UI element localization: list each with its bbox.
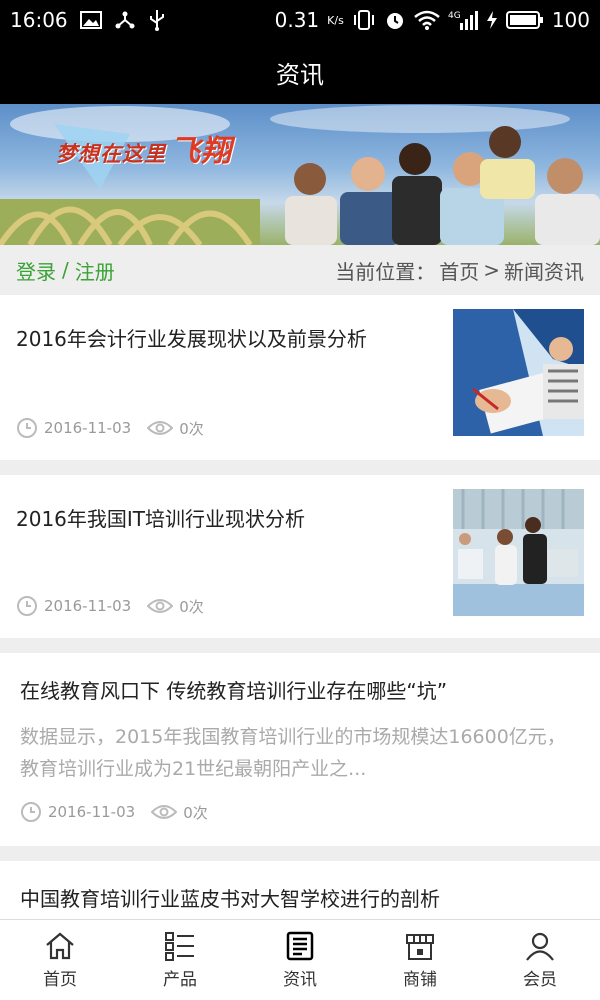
news-item[interactable]: 中国教育培训行业蓝皮书对大智学校进行的剖析: [0, 861, 600, 919]
news-item-title[interactable]: 2016年会计行业发展现状以及前景分析: [16, 323, 367, 352]
banner-slogan-text: 梦想在这里: [56, 142, 166, 166]
register-link[interactable]: 注册: [75, 256, 115, 285]
news-item[interactable]: 2016年会计行业发展现状以及前景分析 2016-11-03 0次: [0, 295, 600, 460]
clock-icon: [17, 596, 37, 616]
shop-icon: [406, 933, 434, 960]
breadcrumb: 当前位置： 首页 > 新闻资讯: [335, 256, 584, 285]
home-icon: [46, 932, 74, 959]
news-item-meta: 2016-11-03 0次: [16, 595, 204, 617]
battery-level: 100: [551, 8, 590, 32]
news-item-date: 2016-11-03: [44, 419, 132, 437]
status-time: 16:06: [10, 8, 68, 32]
news-item-view-count: 0次: [183, 803, 208, 822]
page-title: 资讯: [276, 60, 324, 89]
status-bar: 16:06 0.31 K/s 4G 100: [0, 0, 600, 40]
news-item-title[interactable]: 中国教育培训行业蓝皮书对大智学校进行的剖析: [20, 883, 440, 912]
signal-icon: 4G: [448, 9, 478, 31]
news-item-view-count: 0次: [179, 597, 204, 616]
login-separator: /: [62, 258, 69, 282]
news-item-views: 0次: [151, 802, 208, 823]
breadcrumb-label: 当前位置：: [335, 259, 436, 284]
tab-member-label: 会员: [523, 969, 557, 990]
banner-slogan-highlight: 飞翔: [170, 134, 232, 169]
charging-icon: [486, 10, 498, 30]
tab-products[interactable]: 产品: [120, 920, 240, 1000]
news-item-views: 0次: [147, 596, 204, 617]
tab-news-label: 资讯: [283, 969, 317, 990]
image-notification-icon: [79, 11, 102, 29]
usb-icon: [148, 9, 166, 31]
news-item[interactable]: 2016年我国IT培训行业现状分析 2016-11-03 0次: [0, 475, 600, 638]
news-item[interactable]: 在线教育风口下 传统教育培训行业存在哪些“坑” 数据显示，2015年我国教育培训…: [0, 653, 600, 846]
news-item-date: 2016-11-03: [44, 597, 132, 615]
tab-shop[interactable]: 商铺: [360, 920, 480, 1000]
news-list[interactable]: 2016年会计行业发展现状以及前景分析 2016-11-03 0次 2016年我…: [0, 295, 600, 919]
breadcrumb-separator: >: [483, 258, 500, 282]
news-item-title[interactable]: 在线教育风口下 传统教育培训行业存在哪些“坑”: [20, 675, 447, 704]
breadcrumb-current: 新闻资讯: [504, 259, 584, 284]
login-link[interactable]: 登录: [16, 256, 56, 285]
alarm-icon: [384, 9, 406, 31]
tab-member[interactable]: 会员: [480, 920, 600, 1000]
news-item-view-count: 0次: [179, 419, 204, 438]
member-icon: [526, 932, 554, 961]
banner-image[interactable]: 梦想在这里 飞翔: [0, 104, 600, 245]
banner-slogan: 梦想在这里 飞翔: [56, 126, 232, 170]
network-speed-unit: K/s: [327, 13, 344, 27]
page-title-bar: 资讯: [0, 40, 600, 104]
eye-icon: [147, 599, 174, 613]
clock-icon: [21, 802, 41, 822]
tab-home-label: 首页: [43, 969, 77, 990]
tab-home[interactable]: 首页: [0, 920, 120, 1000]
news-item-meta: 2016-11-03 0次: [20, 801, 208, 823]
breadcrumb-home[interactable]: 首页: [439, 256, 479, 285]
wifi-icon: [414, 10, 440, 30]
news-item-date: 2016-11-03: [48, 803, 136, 821]
news-item-views: 0次: [147, 418, 204, 439]
svg-text:4G: 4G: [448, 11, 461, 21]
breadcrumb-bar: 登录 / 注册 当前位置： 首页 > 新闻资讯: [0, 245, 600, 295]
news-icon: [286, 931, 314, 960]
news-item-meta: 2016-11-03 0次: [16, 417, 204, 439]
news-item-thumbnail[interactable]: [453, 309, 584, 436]
news-item-summary: 数据显示，2015年我国教育培训行业的市场规模达16600亿元，教育培训行业成为…: [20, 726, 566, 780]
news-item-thumbnail[interactable]: [453, 489, 584, 616]
clock-icon: [17, 418, 37, 438]
eye-icon: [147, 421, 174, 435]
tab-news[interactable]: 资讯: [240, 920, 360, 1000]
tab-shop-label: 商铺: [403, 969, 437, 990]
tab-products-label: 产品: [163, 969, 197, 990]
vibrate-icon: [352, 9, 376, 31]
eye-icon: [151, 805, 178, 819]
product-list-icon: [165, 931, 194, 961]
news-item-title[interactable]: 2016年我国IT培训行业现状分析: [16, 503, 305, 532]
share-notification-icon: [114, 10, 136, 30]
bottom-tab-bar: 首页 产品 资讯 商铺 会员: [0, 919, 600, 1000]
battery-icon: [505, 10, 544, 30]
network-speed: 0.31: [274, 8, 320, 32]
